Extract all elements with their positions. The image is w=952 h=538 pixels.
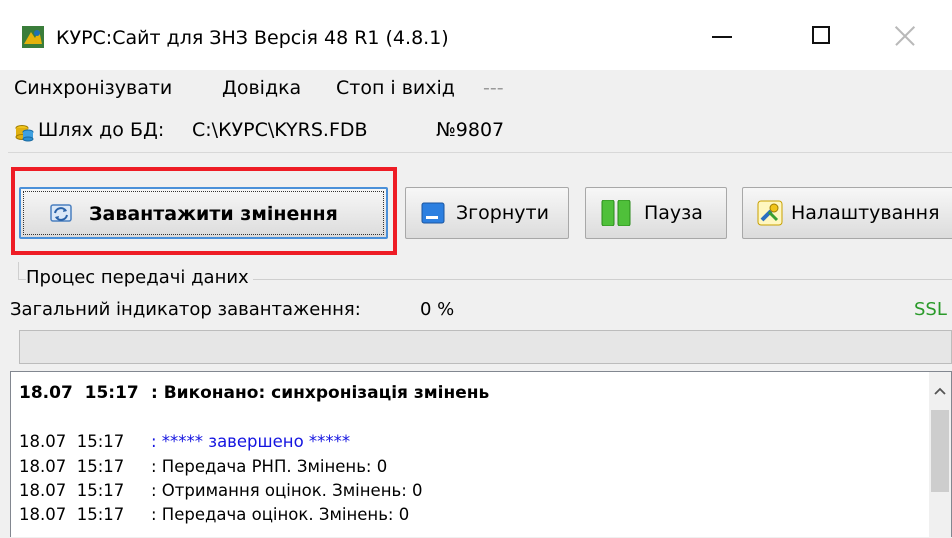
progress-label: Загальний індикатор завантаження: — [10, 299, 361, 320]
log-message: : Передача оцінок. Змінень: 0 — [151, 505, 410, 524]
menu-sync[interactable]: Синхронізувати — [14, 76, 172, 100]
log-message: : Отримання оцінок. Змінень: 0 — [151, 481, 423, 500]
minimize-window-icon — [421, 202, 445, 224]
log-message: : Виконано: синхронізація змінень — [151, 383, 490, 403]
collapse-button[interactable]: Згорнути — [405, 187, 569, 239]
db-path-label: Шлях до БД: — [38, 119, 165, 141]
settings-button[interactable]: Налаштування — [742, 187, 952, 239]
menu-separator: --- — [483, 77, 504, 99]
log-time: 18.07 15:17 — [19, 481, 125, 500]
ssl-indicator: SSL — [914, 299, 947, 320]
settings-label: Налаштування — [791, 202, 940, 224]
log-line: 18.07 15:17 : Передача оцінок. Змінень: 0 — [19, 504, 409, 526]
log-panel[interactable]: 18.07 15:17 : Виконано: синхронізація змі… — [10, 371, 952, 538]
progress-value: 0 % — [420, 299, 455, 320]
log-line: 18.07 15:17 : Отримання оцінок. Змінень: … — [19, 480, 423, 502]
scrollbar-thumb[interactable] — [931, 410, 949, 492]
tools-icon — [757, 200, 783, 226]
log-time: 18.07 15:17 — [19, 505, 125, 524]
log-time: 18.07 15:17 — [19, 383, 139, 403]
db-number: №9807 — [436, 119, 505, 141]
collapse-label: Згорнути — [456, 202, 549, 224]
log-time: 18.07 15:17 — [19, 457, 125, 476]
maximize-button[interactable] — [786, 14, 856, 58]
highlight-frame — [11, 167, 397, 255]
database-icon — [15, 125, 34, 142]
menu-bar: Синхронізувати Довідка Стоп і вихід --- — [0, 70, 952, 104]
db-path-line: Шлях до БД: C:\КУРС\KYRS.FDB №9807 — [0, 104, 952, 152]
log-line: 18.07 15:17 : Передача РНП. Змінень: 0 — [19, 456, 387, 478]
db-path-value: C:\КУРС\KYRS.FDB — [192, 119, 368, 141]
log-message: : Передача РНП. Змінень: 0 — [151, 457, 388, 476]
log-line: 18.07 15:17 : Виконано: синхронізація змі… — [19, 382, 489, 404]
menu-stop-exit[interactable]: Стоп і вихід — [336, 76, 455, 100]
kurs-app-icon — [22, 26, 44, 48]
group-title: Процес передачі даних — [26, 267, 253, 289]
log-message: : ***** завершено ***** — [151, 432, 351, 451]
log-time: 18.07 15:17 — [19, 432, 125, 451]
log-line: 18.07 15:17 : ***** завершено ***** — [19, 431, 350, 453]
pause-button[interactable]: Пауза — [585, 187, 727, 239]
close-button[interactable] — [872, 14, 942, 58]
group-border-left — [18, 262, 19, 280]
title-bar: КУРС:Сайт для ЗНЗ Версія 48 R1 (4.8.1) — [0, 0, 952, 70]
minimize-button[interactable] — [690, 14, 760, 58]
pause-icon — [601, 200, 631, 226]
progress-bar — [19, 330, 952, 364]
chevron-up-icon[interactable] — [933, 384, 947, 398]
pause-label: Пауза — [644, 202, 703, 224]
window-title: КУРС:Сайт для ЗНЗ Версія 48 R1 (4.8.1) — [56, 27, 449, 49]
toolbar-separator — [8, 152, 952, 153]
vertical-scrollbar[interactable] — [929, 372, 951, 538]
menu-help[interactable]: Довідка — [222, 76, 301, 100]
